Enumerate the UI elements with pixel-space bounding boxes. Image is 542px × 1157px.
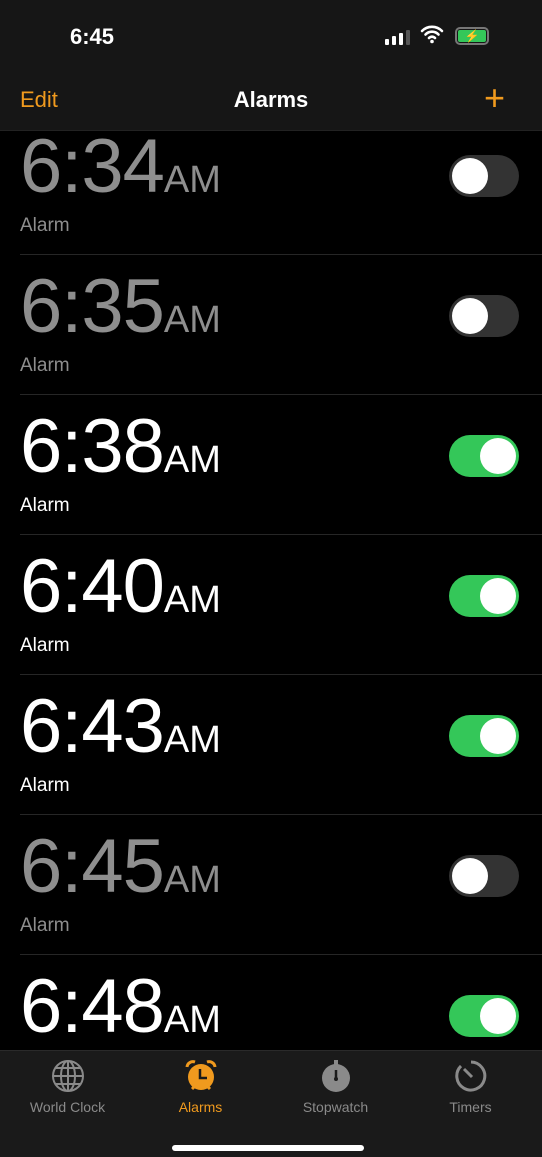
toggle-knob [480,578,516,614]
page-title: Alarms [233,87,309,112]
alarm-label: Alarm [20,915,70,936]
alarm-ampm: AM [163,719,221,761]
alarm-clock-icon [185,1060,216,1091]
toggle-knob [452,298,488,334]
toggle-knob [480,438,516,474]
tab-label: World Clock [29,1099,106,1115]
status-time: 6:45 [70,24,115,49]
alarm-row[interactable]: 6:43AM Alarm [20,675,542,815]
alarm-ampm: AM [163,299,221,341]
alarm-time-value: 6:48 [20,964,165,1049]
tab-label: Alarms [178,1099,223,1115]
wifi-icon [420,25,444,44]
toggle-knob [452,158,488,194]
alarm-time: 6:43AM [20,689,221,778]
alarm-label: Alarm [20,355,70,376]
alarm-toggle[interactable] [449,435,519,477]
alarm-ampm: AM [163,999,221,1041]
alarm-time-value: 6:45 [20,824,165,909]
alarm-time: 6:45AM [20,829,221,918]
alarm-time: 6:40AM [20,549,221,638]
alarm-row[interactable]: 6:35AM Alarm [20,255,542,395]
alarm-time: 6:38AM [20,409,221,498]
alarm-toggle[interactable] [449,855,519,897]
alarm-ampm: AM [163,439,221,481]
alarm-time: 6:34AM [20,129,221,218]
add-alarm-button[interactable]: + [484,80,505,116]
alarm-toggle[interactable] [449,155,519,197]
alarm-row[interactable]: 6:40AM Alarm [20,535,542,675]
tab-world-clock[interactable]: World Clock [0,1059,135,1115]
alarm-ampm: AM [163,159,221,201]
alarm-toggle[interactable] [449,295,519,337]
alarm-time-value: 6:40 [20,544,165,629]
alarm-time-value: 6:34 [20,124,165,209]
alarm-label: Alarm [20,775,70,796]
alarm-time: 6:48AM [20,969,221,1058]
alarm-label: Alarm [20,215,70,236]
alarm-list: 6:34AM Alarm 6:35AM Alarm 6:38AM Alarm 6… [0,115,542,1095]
alarm-row[interactable]: 6:38AM Alarm [20,395,542,535]
alarm-time: 6:35AM [20,269,221,358]
alarm-toggle[interactable] [449,715,519,757]
alarm-toggle[interactable] [449,995,519,1037]
alarm-time-value: 6:38 [20,404,165,489]
alarm-row[interactable]: 6:45AM Alarm [20,815,542,955]
tab-bar: World Clock Alarms Stopwatch Timers [0,1050,542,1157]
alarm-ampm: AM [163,859,221,901]
tab-label: Stopwatch [302,1099,369,1115]
signal-icon [385,30,410,45]
alarm-ampm: AM [163,579,221,621]
tab-timers[interactable]: Timers [403,1059,538,1115]
timer-icon [454,1060,486,1092]
alarm-time-value: 6:43 [20,684,165,769]
home-indicator[interactable] [172,1145,364,1151]
tab-stopwatch[interactable]: Stopwatch [268,1059,403,1115]
stopwatch-icon [321,1060,350,1092]
header: 6:45 ⚡ Edit Alarms + [0,0,542,131]
globe-icon [51,1060,84,1092]
alarm-row[interactable]: 6:34AM Alarm [20,115,542,255]
alarm-time-value: 6:35 [20,264,165,349]
battery-charging-icon: ⚡ [455,27,489,45]
alarm-toggle[interactable] [449,575,519,617]
toggle-knob [452,858,488,894]
tab-label: Timers [449,1099,492,1115]
toggle-knob [480,998,516,1034]
toggle-knob [480,718,516,754]
alarm-label: Alarm [20,495,70,516]
tab-alarms[interactable]: Alarms [133,1059,268,1115]
alarm-label: Alarm [20,635,70,656]
